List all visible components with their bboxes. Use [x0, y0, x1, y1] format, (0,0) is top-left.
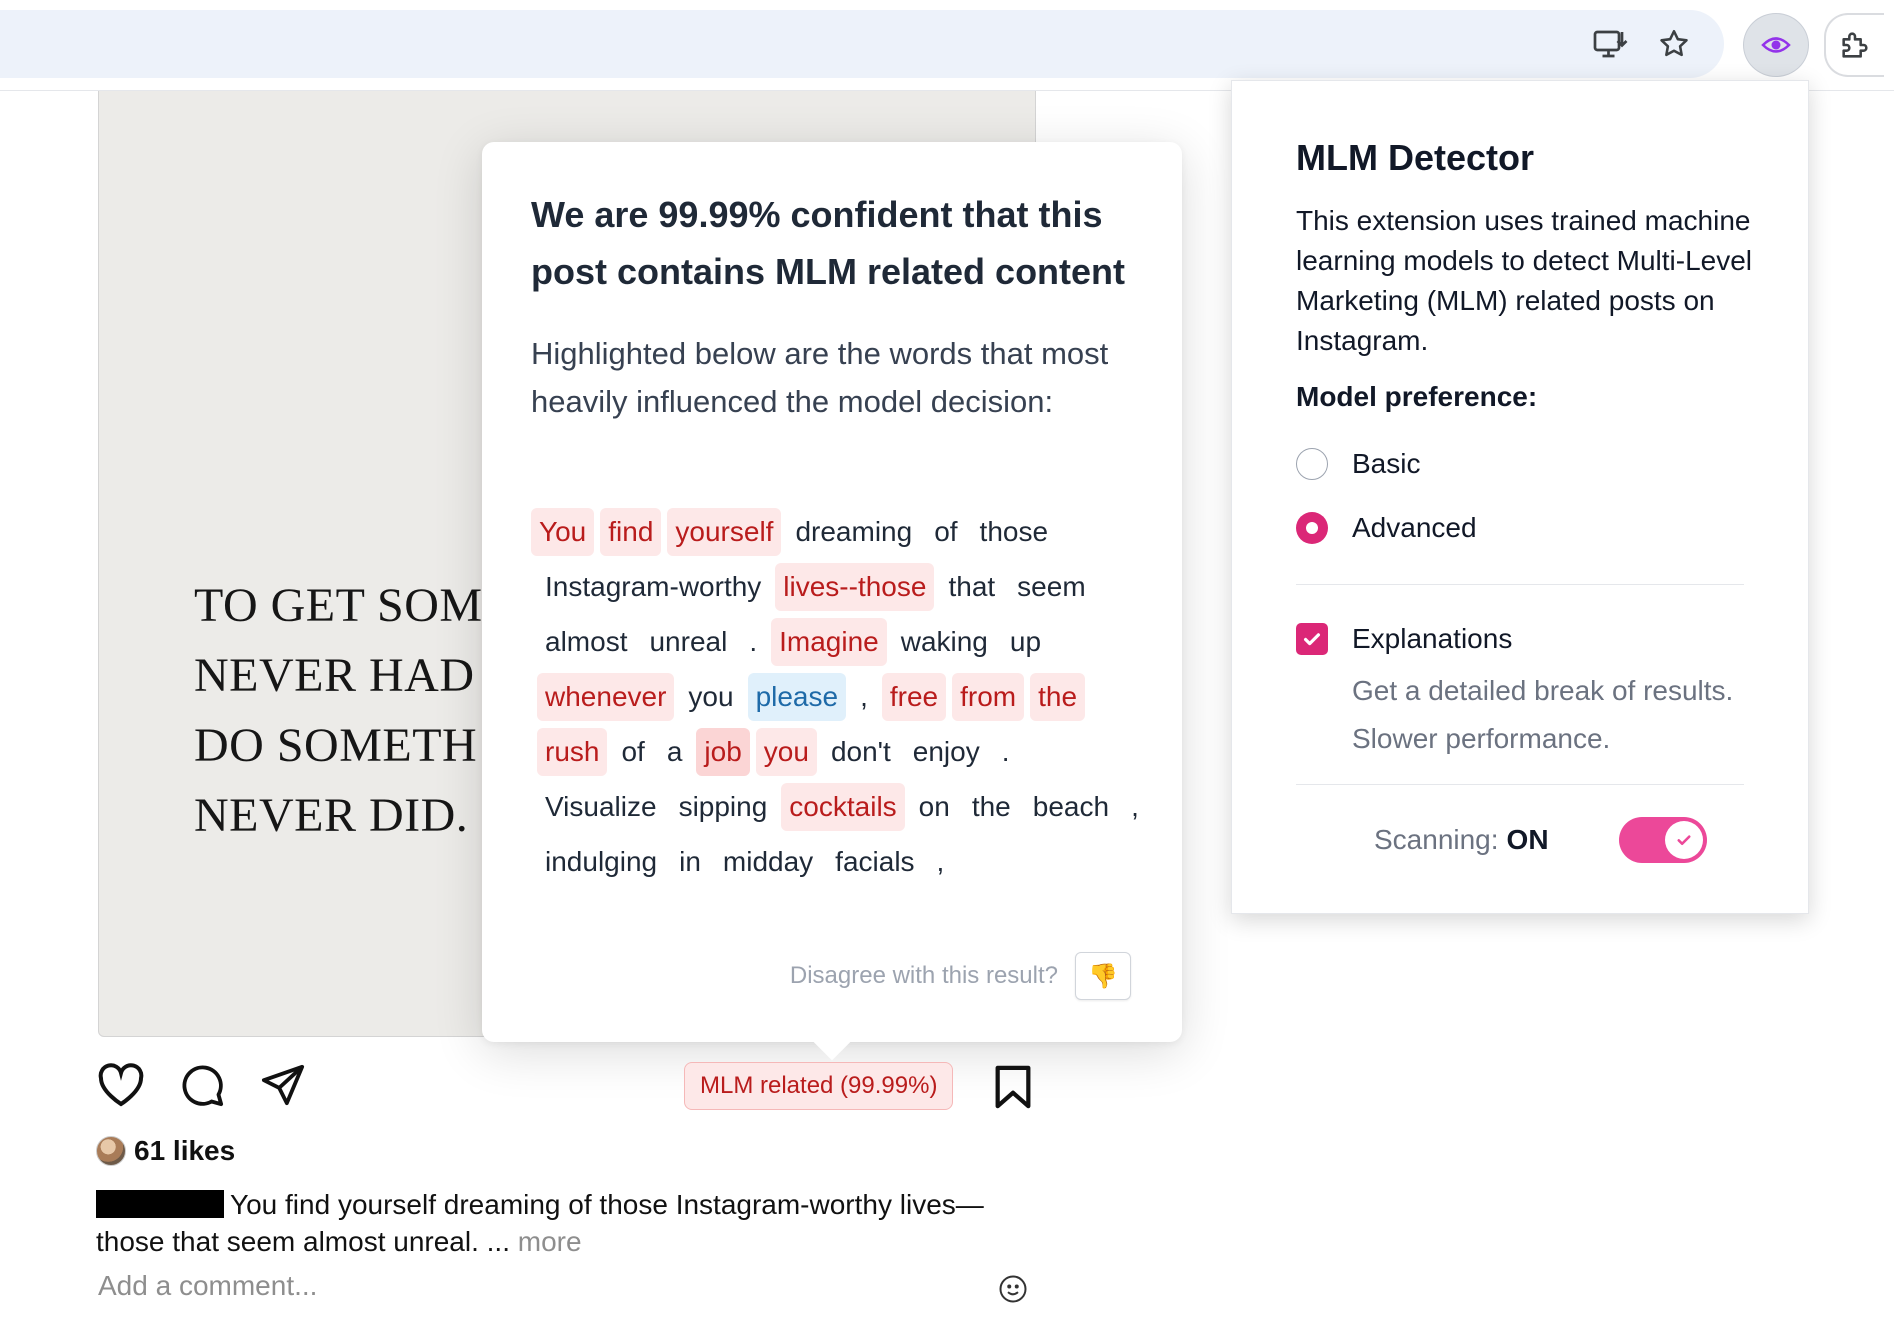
- redacted-username: [96, 1190, 224, 1218]
- extension-description: This extension uses trained machine lear…: [1296, 205, 1753, 356]
- token: ,: [860, 681, 868, 712]
- browser-toolbar: [0, 0, 1894, 91]
- popup-subtitle: Highlighted below are the words that mos…: [531, 336, 1109, 419]
- share-icon[interactable]: [256, 1058, 310, 1112]
- token: rush: [537, 728, 608, 776]
- eye-icon[interactable]: [1743, 13, 1809, 77]
- popup-title: We are 99.99% confident that this post c…: [531, 194, 1126, 292]
- puzzle-icon[interactable]: [1824, 13, 1884, 77]
- post-caption: You find yourself dreaming of those Inst…: [96, 1186, 1036, 1260]
- token: of: [934, 516, 958, 547]
- comment-icon[interactable]: [175, 1058, 229, 1112]
- token: indulging: [545, 846, 658, 877]
- toggle-check-icon: [1664, 821, 1703, 859]
- token: up: [1009, 626, 1042, 657]
- highlighted-tokens: You find yourself dreaming of thoseInstagram-…: [531, 504, 1149, 889]
- token: Visualize: [545, 791, 657, 822]
- token: the: [971, 791, 1011, 822]
- save-bookmark-icon[interactable]: [988, 1060, 1038, 1114]
- token: from: [952, 673, 1025, 721]
- likes-count[interactable]: 61 likes: [96, 1135, 235, 1167]
- token: the: [1030, 673, 1086, 721]
- explanations-checkbox-row[interactable]: Explanations: [1296, 623, 1512, 655]
- radio-basic-indicator[interactable]: [1296, 448, 1328, 480]
- token: waking: [900, 626, 988, 657]
- token: you: [688, 681, 734, 712]
- liker-avatar: [96, 1136, 126, 1166]
- token: free: [881, 673, 947, 721]
- explanation-popup: We are 99.99% confident that this post c…: [482, 142, 1182, 1042]
- token: you: [755, 728, 817, 776]
- explanations-checkbox[interactable]: [1296, 623, 1328, 655]
- token: a: [666, 736, 683, 767]
- more-link[interactable]: more: [518, 1226, 582, 1257]
- token: dreaming: [795, 516, 913, 547]
- mlm-result-badge[interactable]: MLM related (99.99%): [684, 1062, 954, 1110]
- model-preference-label: Model preference:: [1296, 381, 1538, 412]
- thumbs-down-icon: 👎: [1088, 962, 1118, 990]
- radio-basic[interactable]: Basic: [1296, 448, 1420, 480]
- token: in: [679, 846, 701, 877]
- token: that: [948, 571, 996, 602]
- token: enjoy: [912, 736, 980, 767]
- install-app-icon[interactable]: [1588, 22, 1632, 66]
- token: whenever: [537, 673, 675, 721]
- token: yourself: [667, 508, 782, 556]
- token: on: [918, 791, 950, 822]
- token: ,: [1131, 791, 1139, 822]
- token: of: [621, 736, 645, 767]
- token: cocktails: [781, 783, 905, 831]
- token: ,: [936, 846, 945, 877]
- token: find: [600, 508, 662, 556]
- scanning-toggle[interactable]: [1618, 817, 1707, 863]
- token: seem: [1017, 571, 1086, 602]
- address-bar[interactable]: [0, 10, 1724, 78]
- token: don't: [830, 736, 891, 767]
- token: job: [696, 728, 750, 776]
- token: please: [747, 673, 847, 721]
- token: unreal: [649, 626, 728, 657]
- token: facials: [835, 846, 915, 877]
- divider: [1296, 584, 1744, 585]
- extension-popup: MLM Detector This extension uses trained…: [1231, 80, 1809, 914]
- extension-title: MLM Detector: [1296, 137, 1535, 178]
- token: Imagine: [771, 618, 887, 666]
- token: midday: [722, 846, 814, 877]
- radio-advanced-indicator[interactable]: [1296, 512, 1328, 544]
- token: those: [979, 516, 1049, 547]
- divider: [1296, 784, 1744, 785]
- disagree-label: Disagree with this result?: [789, 962, 1058, 989]
- token: lives--those: [775, 563, 935, 611]
- post-image-quote: TO GET SOM NEVER HAD DO SOMETH NEVER DID.: [194, 579, 483, 842]
- like-heart-icon[interactable]: [94, 1058, 148, 1112]
- token: .: [749, 626, 758, 657]
- token: Instagram-worthy: [545, 571, 762, 602]
- thumbs-down-button[interactable]: 👎: [1075, 952, 1131, 1000]
- bookmark-star-icon[interactable]: [1652, 22, 1696, 66]
- token: You: [531, 508, 595, 556]
- token: almost: [545, 626, 628, 657]
- explanations-hint: Get a detailed break of results. Slower …: [1352, 675, 1734, 754]
- scanning-status: Scanning: ON: [1374, 817, 1707, 863]
- token: sipping: [678, 791, 768, 822]
- radio-advanced[interactable]: Advanced: [1296, 512, 1477, 544]
- add-comment-input[interactable]: Add a comment...: [98, 1270, 317, 1302]
- token: beach: [1032, 791, 1110, 822]
- emoji-icon[interactable]: [998, 1274, 1028, 1304]
- token: .: [1001, 736, 1010, 767]
